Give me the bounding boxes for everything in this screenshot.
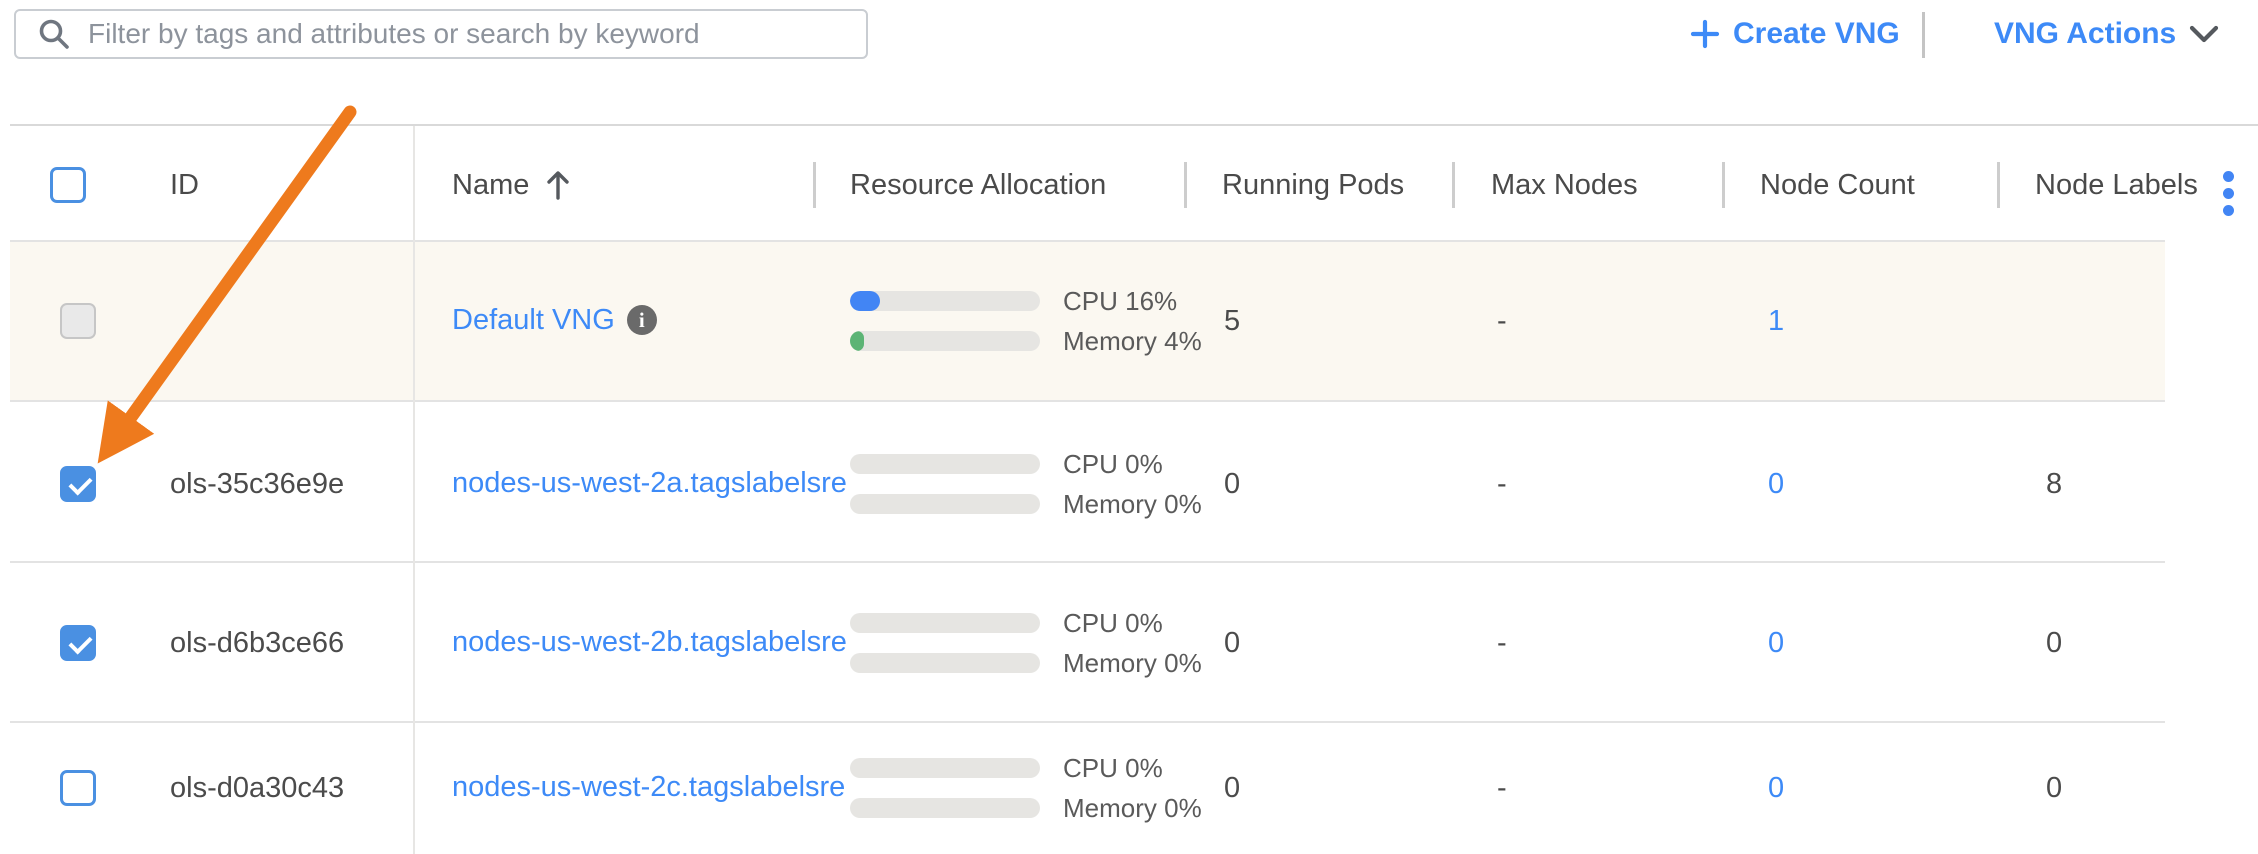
column-header-resource-allocation[interactable]: Resource Allocation [850,167,1106,203]
vng-id: ols-35c36e9e [170,466,344,502]
memory-usage-label: Memory 0% [1063,486,1202,522]
vng-id: ols-d0a30c43 [170,770,344,806]
cpu-usage-label: CPU 0% [1063,605,1163,641]
vng-name-link[interactable]: Default VNG [452,302,615,338]
row-checkbox[interactable] [60,770,96,806]
node-count-link[interactable]: 0 [1768,625,1784,661]
vng-actions-label: VNG Actions [1994,17,2176,51]
node-count-link[interactable]: 1 [1768,303,1784,339]
search-placeholder: Filter by tags and attributes or search … [88,18,700,50]
max-nodes-value: - [1497,466,1507,502]
memory-usage-bar [850,494,1040,514]
running-pods-value: 5 [1224,303,1240,339]
vng-name-link[interactable]: nodes-us-west-2c.tagslabelsre [452,769,845,805]
running-pods-value: 0 [1224,770,1240,806]
running-pods-value: 0 [1224,625,1240,661]
cpu-usage-label: CPU 0% [1063,750,1163,786]
toolbar: Create VNG VNG Actions [1660,8,2258,60]
running-pods-value: 0 [1224,466,1240,502]
vng-name-link[interactable]: nodes-us-west-2b.tagslabelsre [452,624,847,660]
column-header-id[interactable]: ID [170,167,199,203]
cpu-usage-bar [850,454,1040,474]
chevron-down-icon [2189,24,2219,44]
column-header-max-nodes[interactable]: Max Nodes [1491,167,1638,203]
node-count-link[interactable]: 0 [1768,466,1784,502]
memory-usage-label: Memory 0% [1063,790,1202,826]
node-labels-value: 0 [2046,770,2062,806]
column-header-running-pods[interactable]: Running Pods [1222,167,1404,203]
vng-name-link[interactable]: nodes-us-west-2a.tagslabelsre [452,465,847,501]
table-row: ols-35c36e9e nodes-us-west-2a.tagslabels… [10,402,2165,563]
vng-list-page: Filter by tags and attributes or search … [0,0,2258,854]
plus-icon [1690,19,1720,49]
table-row: ols-d6b3ce66 nodes-us-west-2b.tagslabels… [10,563,2165,723]
info-icon[interactable]: i [627,305,657,335]
memory-usage-label: Memory 4% [1063,323,1202,359]
cpu-usage-bar [850,613,1040,633]
header-separator [813,162,816,208]
cpu-usage-bar [850,758,1040,778]
column-header-node-labels[interactable]: Node Labels [2035,167,2198,203]
header-separator [1997,162,2000,208]
sort-arrow-up-icon[interactable] [546,169,570,201]
cpu-usage-label: CPU 16% [1063,283,1177,319]
vng-actions-button[interactable]: VNG Actions [1994,17,2219,51]
row-checkbox[interactable] [60,466,96,502]
memory-usage-label: Memory 0% [1063,645,1202,681]
memory-usage-bar [850,331,1040,351]
memory-usage-bar [850,798,1040,818]
node-labels-value: 0 [2046,625,2062,661]
header-separator [1722,162,1725,208]
row-checkbox [60,303,96,339]
cpu-usage-label: CPU 0% [1063,446,1163,482]
table-row: Default VNG i CPU 16% Memory 4% 5 - 1 [10,242,2165,402]
max-nodes-value: - [1497,625,1507,661]
vng-id: ols-d6b3ce66 [170,625,344,661]
node-labels-value: 8 [2046,466,2062,502]
toolbar-divider [1922,12,1925,58]
column-header-node-count[interactable]: Node Count [1760,167,1915,203]
header-separator [1452,162,1455,208]
node-count-link[interactable]: 0 [1768,770,1784,806]
cpu-usage-bar [850,291,1040,311]
kebab-menu-icon[interactable] [2223,171,2234,216]
filter-search-input[interactable]: Filter by tags and attributes or search … [14,9,868,59]
table-top-border [10,124,2258,126]
max-nodes-value: - [1497,303,1507,339]
create-vng-label: Create VNG [1733,17,1900,51]
table-row: ols-d0a30c43 nodes-us-west-2c.tagslabels… [10,723,2165,854]
row-checkbox[interactable] [60,625,96,661]
max-nodes-value: - [1497,770,1507,806]
column-divider [413,126,415,854]
header-separator [1184,162,1187,208]
memory-usage-bar [850,653,1040,673]
select-all-checkbox[interactable] [50,167,86,203]
column-header-name[interactable]: Name [452,167,529,203]
create-vng-button[interactable]: Create VNG [1690,17,1900,51]
search-icon [38,18,70,50]
